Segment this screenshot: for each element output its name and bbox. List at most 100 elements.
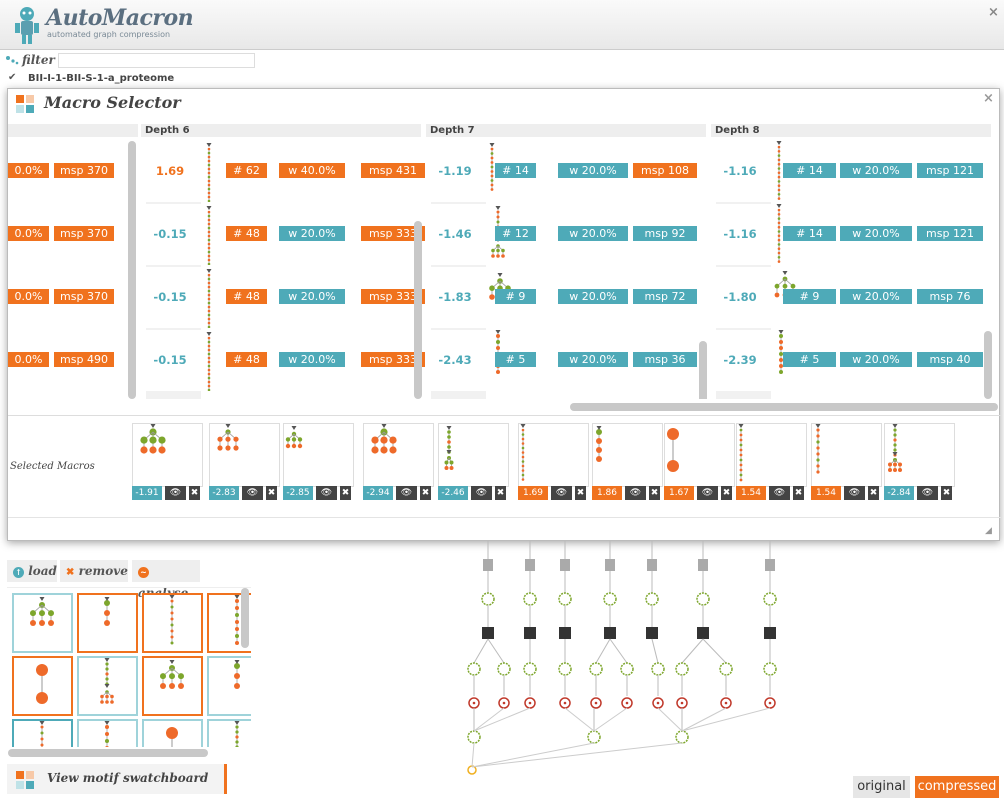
eye-icon[interactable]: 👁 <box>165 486 186 500</box>
remove-macro-icon[interactable]: ✖ <box>793 486 804 500</box>
macro-score: 1.69 <box>155 164 185 178</box>
motif-glyph-icon <box>371 424 397 454</box>
macro-row[interactable]: -2.39 # 5 w 20.0% msp 40 <box>716 330 983 391</box>
macro-row[interactable]: -0.15 # 48 w 20.0% msp 333 <box>146 204 425 265</box>
macro-row[interactable]: -0.15 # 48 w 20.0% msp 333 <box>146 267 425 328</box>
eye-icon[interactable]: 👁 <box>551 486 572 500</box>
macro-row[interactable]: -1.83 # 9 w 20.0% msp 72 <box>431 267 697 328</box>
macro-row[interactable]: 0.0% msp 490 <box>8 330 126 391</box>
motif-thumbnail[interactable] <box>12 656 73 716</box>
remove-macro-icon[interactable]: ✖ <box>941 486 952 500</box>
thumbs-vertical-scrollbar[interactable] <box>241 588 249 648</box>
selected-macro-card[interactable] <box>132 423 203 487</box>
motif-thumbnail[interactable] <box>77 593 138 653</box>
macro-score: -2.39 <box>723 353 757 367</box>
view-swatchboard-button[interactable]: View motif swatchboard <box>7 764 227 794</box>
horizontal-scrollbar[interactable] <box>570 403 998 411</box>
weight-badge: w 40.0% <box>279 163 345 178</box>
macro-score: -1.83 <box>438 290 472 304</box>
macro-row[interactable]: 0.0% msp 370 <box>8 267 126 328</box>
selected-macro-card[interactable] <box>884 423 955 487</box>
macro-row[interactable]: -0.15 # 48 w 20.0% msp 333 <box>146 330 425 391</box>
column-scrollbar[interactable] <box>414 221 422 399</box>
remove-macro-icon[interactable]: ✖ <box>575 486 586 500</box>
remove-macro-icon[interactable]: ✖ <box>868 486 879 500</box>
macro-selector-close-button[interactable]: × <box>983 91 994 106</box>
motif-thumbnail[interactable] <box>207 656 251 716</box>
app-close-button[interactable]: × <box>988 5 999 20</box>
filter-input[interactable] <box>58 53 255 68</box>
macro-row[interactable]: 0.0% msp 370 <box>8 141 126 202</box>
motif-thumbnail[interactable] <box>207 719 251 747</box>
filter-label: filter <box>22 53 55 67</box>
remove-macro-icon[interactable]: ✖ <box>340 486 351 500</box>
app-header: AutoMacron automated graph compression × <box>0 0 1004 50</box>
column-scrollbar[interactable] <box>128 141 136 399</box>
eye-icon[interactable]: 👁 <box>396 486 417 500</box>
motif-glyph-icon <box>815 424 821 474</box>
eye-icon[interactable]: 👁 <box>625 486 646 500</box>
original-toggle[interactable]: original <box>853 776 910 798</box>
column-scrollbar[interactable] <box>984 331 992 399</box>
remove-macro-icon[interactable]: ✖ <box>189 486 200 500</box>
analyse-button[interactable]: ~ analyse <box>132 560 200 600</box>
macro-row[interactable]: -1.16 # 14 w 20.0% msp 121 <box>716 141 983 202</box>
selected-macro-card[interactable] <box>283 423 354 487</box>
motif-glyph-icon <box>444 426 454 470</box>
selected-macro-card[interactable] <box>592 423 663 487</box>
divider <box>8 415 1001 416</box>
selected-macro-card[interactable] <box>811 423 882 487</box>
thumbs-horizontal-scrollbar[interactable] <box>8 749 208 757</box>
macro-row[interactable]: 0.0% msp 370 <box>8 204 126 265</box>
motif-glyph-icon <box>234 660 240 689</box>
depth-header-7: Depth 7 <box>426 124 706 137</box>
eye-icon[interactable]: 👁 <box>316 486 337 500</box>
macro-row[interactable]: -1.46 # 12 w 20.0% msp 92 <box>431 204 697 265</box>
count-badge: # 48 <box>226 352 267 367</box>
motif-thumbnail[interactable] <box>142 719 203 747</box>
load-button[interactable]: ↑ load <box>7 560 57 582</box>
eye-icon[interactable]: 👁 <box>242 486 263 500</box>
motif-thumbnail[interactable] <box>12 593 73 653</box>
eye-icon[interactable]: 👁 <box>471 486 492 500</box>
macro-row[interactable]: -1.80 # 9 w 20.0% msp 76 <box>716 267 983 328</box>
check-icon: ✔ <box>8 72 17 83</box>
compressed-graph <box>467 541 777 775</box>
motif-glyph-icon <box>206 332 212 391</box>
selected-macro-card[interactable] <box>518 423 589 487</box>
resize-handle-icon[interactable]: ◢ <box>985 526 992 536</box>
compressed-toggle[interactable]: compressed <box>915 776 999 798</box>
eye-icon[interactable]: 👁 <box>697 486 718 500</box>
motif-thumbnail[interactable] <box>12 719 73 747</box>
remove-macro-icon[interactable]: ✖ <box>649 486 660 500</box>
remove-macro-icon[interactable]: ✖ <box>420 486 431 500</box>
remove-macro-icon[interactable]: ✖ <box>721 486 732 500</box>
weight-badge: 0.0% <box>8 352 49 367</box>
macro-row[interactable]: -2.43 # 5 w 20.0% msp 36 <box>431 330 697 391</box>
selected-macro-card[interactable] <box>736 423 807 487</box>
selected-macro-card[interactable] <box>209 423 280 487</box>
motif-thumbnail[interactable] <box>77 656 138 716</box>
remove-button[interactable]: ✖ remove <box>60 560 128 582</box>
eye-icon[interactable]: 👁 <box>844 486 865 500</box>
motif-thumbnail[interactable] <box>142 656 203 716</box>
motif-thumbnail[interactable] <box>142 593 203 653</box>
msp-badge: msp 370 <box>54 226 114 241</box>
selected-macro-card[interactable] <box>438 423 509 487</box>
msp-badge: msp 490 <box>54 352 114 367</box>
remove-macro-icon[interactable]: ✖ <box>266 486 277 500</box>
eye-icon[interactable]: 👁 <box>769 486 790 500</box>
macro-row[interactable]: -1.19 # 14 w 20.0% msp 108 <box>431 141 697 202</box>
eye-icon[interactable]: 👁 <box>917 486 938 500</box>
dataset-name[interactable]: BII-I-1-BII-S-1-a_proteome <box>28 73 174 84</box>
macro-row[interactable]: -1.16 # 14 w 20.0% msp 121 <box>716 204 983 265</box>
selected-macro-card[interactable] <box>664 423 735 487</box>
selected-macro-card[interactable] <box>363 423 434 487</box>
column-scrollbar[interactable] <box>699 341 707 399</box>
motif-thumbnail[interactable] <box>77 719 138 747</box>
msp-badge: msp 370 <box>54 163 114 178</box>
macro-row[interactable]: 1.69 # 62 w 40.0% msp 431 <box>146 141 425 202</box>
remove-macro-icon[interactable]: ✖ <box>495 486 506 500</box>
macro-score: -1.46 <box>438 227 472 241</box>
selected-macros-label: Selected Macros <box>10 461 95 472</box>
